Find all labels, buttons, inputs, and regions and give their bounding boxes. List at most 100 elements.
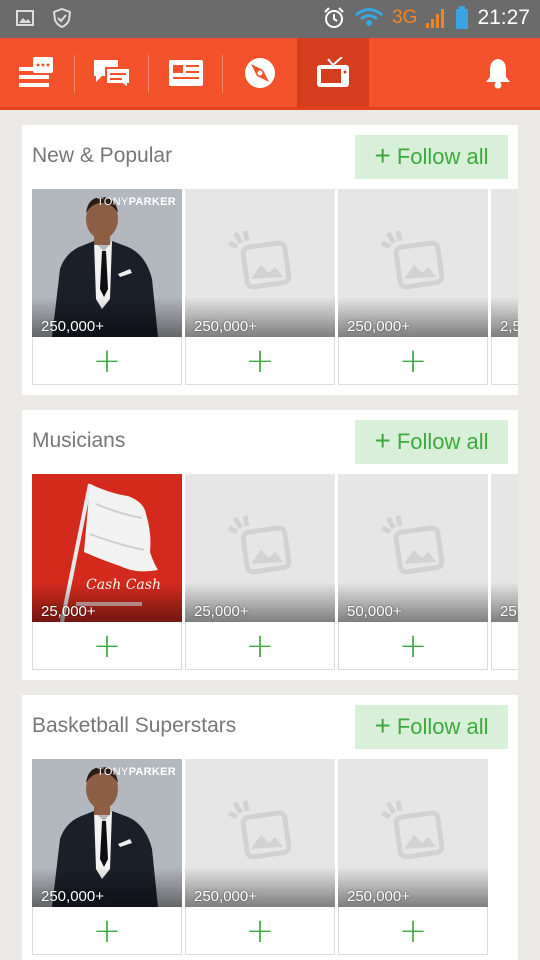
follow-all-label: Follow all: [396, 714, 489, 739]
channel-image: 250,000+: [185, 759, 335, 907]
tab-tv[interactable]: [297, 38, 369, 107]
plus-icon: +: [92, 910, 122, 951]
network-type: 3G: [392, 7, 418, 28]
tab-discover[interactable]: [223, 38, 297, 107]
brand-text: TONYPARKER: [97, 766, 176, 778]
channel-card[interactable]: 25,00 +: [491, 474, 518, 670]
channel-card[interactable]: TONYPARKER 250,000+ +: [32, 189, 182, 385]
follower-count: 250,000+: [347, 888, 410, 905]
gallery-notification-icon: [16, 10, 34, 26]
plus-icon: +: [374, 709, 391, 741]
card-carousel[interactable]: TONYPARKER 250,000+ + 250,000+ + 250,000…: [32, 759, 518, 955]
channel-card[interactable]: 2,500 +: [491, 189, 518, 385]
follow-all-label: Follow all: [396, 144, 489, 169]
channel-image: 250,000+: [338, 759, 488, 907]
image-placeholder-icon: [380, 515, 445, 575]
plus-icon: +: [245, 340, 275, 381]
channel-card[interactable]: 50,000+ +: [338, 474, 488, 670]
follower-count: 50,000+: [347, 603, 402, 620]
plus-icon: +: [398, 910, 428, 951]
channel-image: TONYPARKER 250,000+: [32, 759, 182, 907]
news-icon: [169, 59, 203, 86]
follow-all-button[interactable]: + Follow all: [355, 420, 508, 464]
follower-count: 250,000+: [347, 318, 410, 335]
channel-card[interactable]: 250,000+ +: [338, 759, 488, 955]
follower-count: 2,500: [500, 318, 518, 335]
follower-count: 250,000+: [41, 318, 104, 335]
follow-button[interactable]: +: [338, 622, 488, 670]
follower-count: 25,000+: [41, 603, 96, 620]
plus-icon: +: [92, 340, 122, 381]
channel-image: 25,000+: [185, 474, 335, 622]
follower-count: 250,000+: [194, 888, 257, 905]
follow-button[interactable]: +: [185, 907, 335, 955]
plus-icon: +: [245, 910, 275, 951]
channel-image: 2,500: [491, 189, 518, 337]
follow-button[interactable]: +: [338, 907, 488, 955]
alarm-icon: [324, 7, 344, 28]
follower-count: 25,00: [500, 603, 518, 620]
notifications-button[interactable]: [461, 38, 535, 107]
channel-image: TONYPARKER 250,000+: [32, 189, 182, 337]
card-carousel[interactable]: Cash Cash 25,000+ + 25,000+ + 50,00: [32, 474, 518, 670]
app-bar: [0, 38, 540, 110]
channel-card[interactable]: 25,000+ +: [185, 474, 335, 670]
menu-list-icon: [19, 56, 53, 87]
channel-card[interactable]: 250,000+ +: [338, 189, 488, 385]
channel-card[interactable]: TONYPARKER 250,000+ +: [32, 759, 182, 955]
section-title: Musicians: [32, 429, 126, 452]
follow-button[interactable]: +: [32, 337, 182, 385]
shield-notification-icon: [52, 8, 72, 28]
signal-icon: [426, 9, 445, 28]
follow-all-button[interactable]: + Follow all: [355, 135, 508, 179]
channel-card[interactable]: 250,000+ +: [185, 759, 335, 955]
follow-all-button[interactable]: + Follow all: [355, 705, 508, 749]
wifi-icon: [355, 8, 384, 26]
follow-button[interactable]: +: [185, 622, 335, 670]
status-bar: 3G 21:27: [0, 0, 540, 38]
follower-count: 250,000+: [41, 888, 104, 905]
tv-icon: [317, 56, 349, 87]
clock: 21:27: [477, 6, 530, 29]
image-placeholder-icon: [227, 230, 292, 290]
channel-card[interactable]: 250,000+ +: [185, 189, 335, 385]
follow-button[interactable]: +: [32, 907, 182, 955]
chat-icon: [94, 59, 130, 88]
battery-icon: [456, 6, 469, 29]
plus-icon: +: [374, 424, 391, 456]
tab-news[interactable]: [149, 38, 223, 107]
follow-button[interactable]: +: [185, 337, 335, 385]
follower-count: 250,000+: [194, 318, 257, 335]
tab-chat[interactable]: [75, 38, 149, 107]
plus-icon: +: [398, 340, 428, 381]
category-section: Musicians + Follow all Cash Cash 25,000: [22, 410, 518, 680]
follower-count: 25,000+: [194, 603, 249, 620]
compass-icon: [245, 57, 275, 88]
section-title: New & Popular: [32, 144, 173, 167]
image-placeholder-icon: [227, 515, 292, 575]
card-carousel[interactable]: TONYPARKER 250,000+ + 250,000+ + 250,000…: [32, 189, 518, 385]
follow-button[interactable]: +: [491, 337, 518, 385]
plus-icon: +: [92, 625, 122, 666]
follow-button[interactable]: +: [491, 622, 518, 670]
feed: New & Popular + Follow all TONYPARKER 25…: [22, 125, 518, 960]
channel-image: 50,000+: [338, 474, 488, 622]
follow-button[interactable]: +: [32, 622, 182, 670]
channel-card[interactable]: Cash Cash 25,000+ +: [32, 474, 182, 670]
channel-image: 250,000+: [185, 189, 335, 337]
tab-menu[interactable]: [0, 38, 74, 107]
channel-image: 25,00: [491, 474, 518, 622]
follow-button[interactable]: +: [338, 337, 488, 385]
plus-icon: +: [245, 625, 275, 666]
plus-icon: +: [398, 625, 428, 666]
image-placeholder-icon: [380, 230, 445, 290]
category-section: Basketball Superstars + Follow all TONYP…: [22, 695, 518, 960]
channel-image: 250,000+: [338, 189, 488, 337]
follow-all-label: Follow all: [396, 429, 489, 454]
category-section: New & Popular + Follow all TONYPARKER 25…: [22, 125, 518, 395]
bell-icon: [486, 58, 510, 88]
brand-text: TONYPARKER: [97, 196, 176, 208]
section-title: Basketball Superstars: [32, 714, 237, 737]
channel-image: Cash Cash 25,000+: [32, 474, 182, 622]
plus-icon: +: [374, 139, 391, 171]
